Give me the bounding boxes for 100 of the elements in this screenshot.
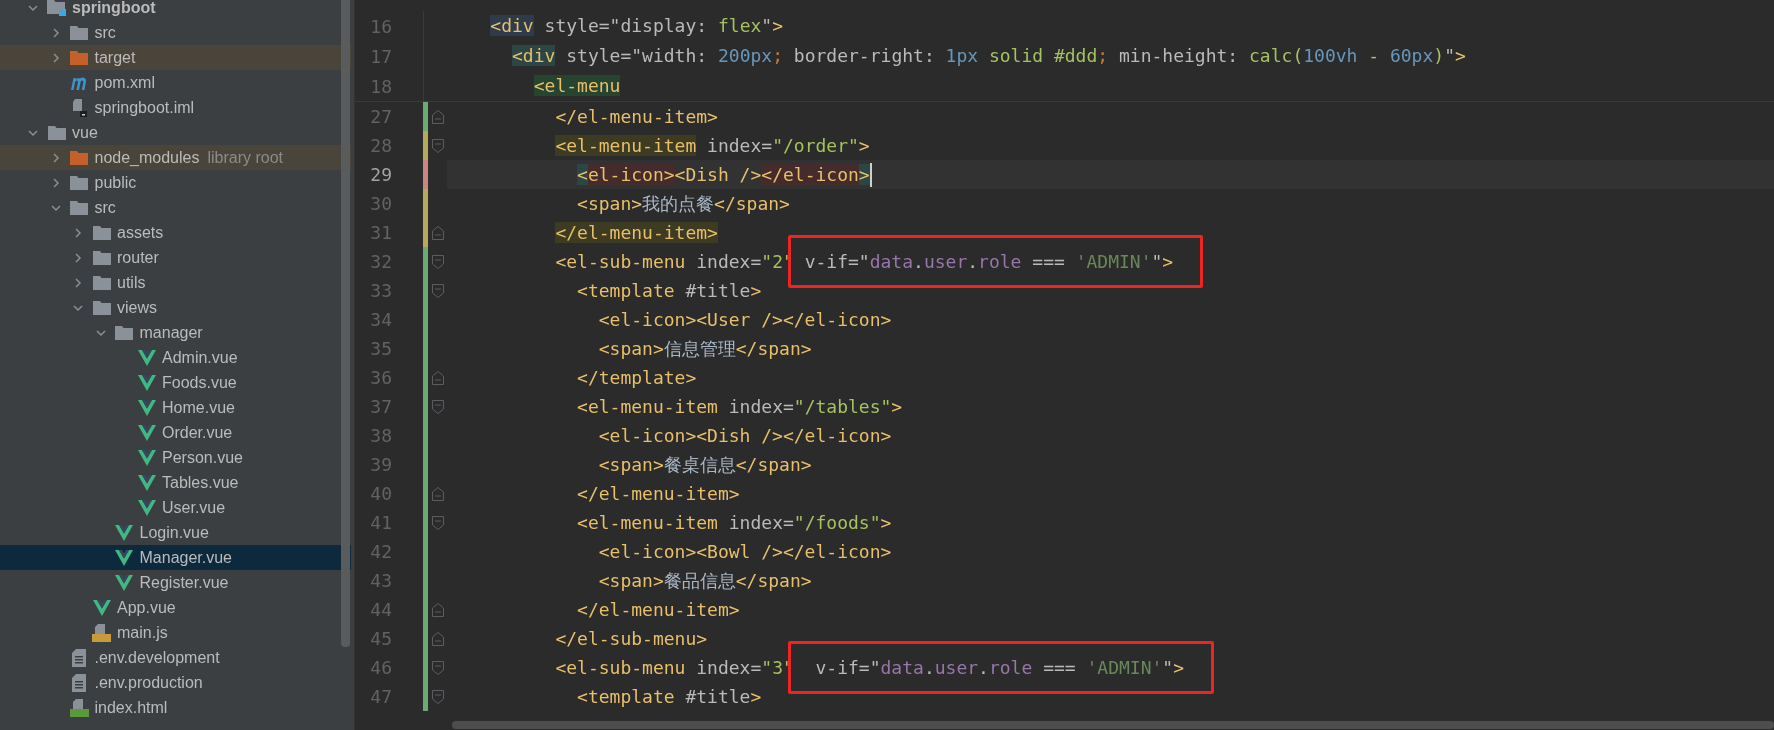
line-number: 30 — [369, 193, 392, 214]
tree-item[interactable]: vue — [0, 120, 351, 145]
tree-item[interactable]: node_modules library root — [0, 145, 351, 170]
line-number: 18 — [369, 75, 392, 97]
code-line: <template #title> — [576, 684, 762, 709]
js-file-icon — [92, 623, 111, 642]
fold-icon[interactable] — [431, 399, 444, 414]
tree-item[interactable]: public — [0, 170, 351, 195]
code-line: <el-icon><Bowl /></el-icon> — [597, 539, 892, 564]
line-number: 35 — [369, 338, 392, 359]
fold-icon[interactable] — [431, 370, 444, 385]
code-line: <el-menu-item index="/foods"> — [576, 510, 892, 535]
line-number: 36 — [369, 367, 392, 388]
vue-icon — [137, 349, 156, 366]
code-line: <span>信息管理</span> — [597, 336, 812, 361]
tree-item[interactable]: Person.vue — [0, 445, 351, 470]
tree-item[interactable]: manager — [0, 320, 351, 345]
code-line: <el-icon><Dish /></el-icon> — [576, 162, 870, 187]
line-number: 29 — [369, 164, 392, 185]
vue-icon — [137, 374, 156, 391]
line-number: 34 — [369, 309, 392, 330]
tree-item[interactable]: springboot — [0, 0, 351, 20]
folder-icon — [70, 200, 88, 215]
line-number: 17 — [369, 45, 392, 67]
folder-icon — [70, 25, 88, 40]
folder-icon — [70, 150, 88, 165]
tree-item[interactable]: views — [0, 295, 351, 320]
vue-icon — [137, 399, 156, 416]
line-number: 44 — [369, 599, 392, 620]
fold-icon[interactable] — [431, 515, 444, 530]
folder-icon — [92, 225, 111, 240]
line-number: 31 — [369, 222, 392, 243]
tree-item[interactable]: App.vue — [0, 595, 351, 620]
tree-item[interactable]: Home.vue — [0, 395, 351, 420]
fold-icon[interactable] — [431, 283, 444, 298]
tree-item[interactable]: assets — [0, 220, 351, 245]
tree-item[interactable]: index.html — [0, 695, 351, 720]
tree-item[interactable]: src — [0, 195, 351, 220]
fold-icon[interactable] — [431, 486, 444, 501]
folder-icon — [92, 300, 111, 315]
fold-icon[interactable] — [431, 225, 444, 240]
code-line: <div style="width: 200px; border-right: 1px solid #ddd; min-height: calc(100vh - 60px)"> — [511, 44, 1466, 68]
tree-item[interactable]: .env.production — [0, 670, 351, 695]
code-line: <div style="display: flex"> — [489, 14, 783, 38]
change-marker[interactable] — [423, 218, 428, 247]
tree-item[interactable]: .env.development — [0, 645, 351, 670]
tree-item[interactable]: Tables.vue — [0, 470, 351, 495]
line-number: 28 — [369, 135, 392, 156]
hint-text: library root — [207, 148, 284, 167]
change-marker[interactable] — [423, 247, 428, 276]
code-line: <el-menu-item index="/tables"> — [576, 394, 903, 419]
fold-icon[interactable] — [431, 602, 444, 617]
fold-icon[interactable] — [431, 631, 444, 646]
tree-item[interactable]: Login.vue — [0, 520, 351, 545]
change-marker[interactable] — [423, 160, 428, 189]
fold-icon[interactable] — [431, 660, 444, 675]
tree-item[interactable]: Admin.vue — [0, 345, 351, 370]
line-number: 27 — [369, 106, 392, 127]
tree-item[interactable]: Order.vue — [0, 420, 351, 445]
tree-item[interactable]: Foods.vue — [0, 370, 351, 395]
code-line: <el-menu-item index="/order"> — [554, 133, 870, 158]
tree-item[interactable]: pom.xml — [0, 70, 351, 95]
scrollbar-thumb[interactable] — [452, 721, 1774, 729]
folder-icon — [70, 175, 88, 190]
change-marker[interactable] — [423, 189, 428, 218]
text-file-icon — [72, 648, 86, 667]
tree-item[interactable]: Register.vue — [0, 570, 351, 595]
chevron-icon[interactable] — [72, 276, 84, 289]
tree-item[interactable]: springboot.iml — [0, 95, 351, 120]
chevron-icon[interactable] — [72, 226, 84, 239]
tree-item[interactable]: main.js — [0, 620, 351, 645]
code-line: <el-icon><User /></el-icon> — [597, 307, 892, 332]
code-line: </el-menu-item> — [576, 481, 740, 506]
file-icon — [71, 98, 87, 117]
fold-icon[interactable] — [431, 254, 444, 269]
line-number: 32 — [369, 251, 392, 272]
fold-icon[interactable] — [431, 138, 444, 153]
scrollbar-thumb[interactable] — [341, 0, 350, 647]
line-number: 39 — [369, 454, 392, 475]
module-folder-icon — [47, 0, 66, 16]
vue-icon — [92, 599, 111, 616]
change-marker[interactable] — [423, 102, 428, 131]
tree-item[interactable]: utils — [0, 270, 351, 295]
vue-icon — [137, 449, 156, 466]
chevron-icon[interactable] — [72, 251, 84, 264]
line-number: 37 — [369, 396, 392, 417]
change-marker[interactable] — [423, 682, 428, 711]
fold-icon[interactable] — [431, 689, 444, 704]
tree-item[interactable]: User.vue — [0, 495, 351, 520]
line-number: 38 — [369, 425, 392, 446]
change-marker[interactable] — [423, 131, 428, 160]
tree-item[interactable]: Manager.vue — [0, 545, 351, 570]
tree-item[interactable]: router — [0, 245, 351, 270]
tree-item[interactable]: src — [0, 20, 351, 45]
code-line: <span>我的点餐</span> — [576, 191, 790, 216]
vue-icon — [137, 474, 156, 491]
line-number: 33 — [369, 280, 392, 301]
line-number: 40 — [369, 483, 392, 504]
fold-icon[interactable] — [431, 109, 444, 124]
tree-item[interactable]: target — [0, 45, 351, 70]
